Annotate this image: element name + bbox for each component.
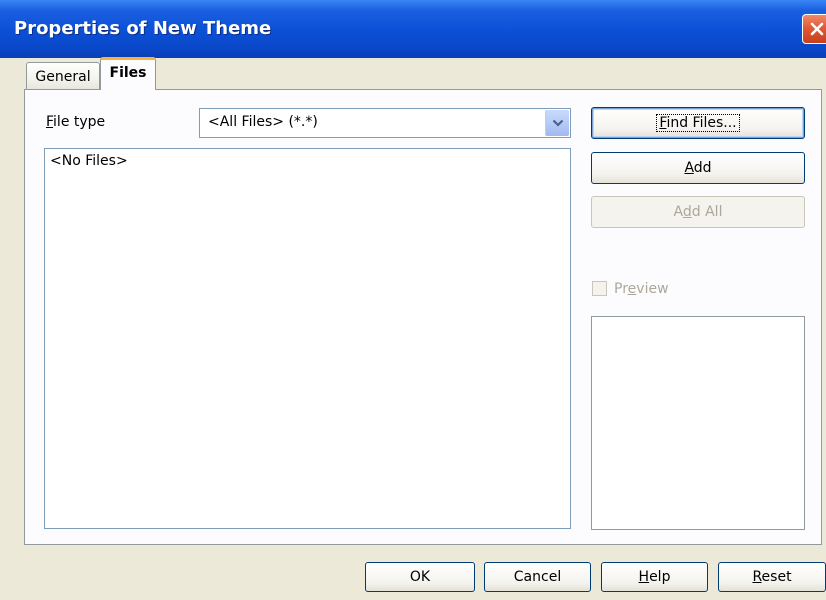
tab-general[interactable]: General bbox=[26, 62, 100, 90]
file-list-empty-text: <No Files> bbox=[50, 153, 128, 169]
reset-label: eset bbox=[761, 569, 792, 585]
tab-general-label: General bbox=[35, 69, 91, 85]
ok-label: OK bbox=[409, 569, 431, 585]
find-files-label: ind Files... bbox=[666, 115, 737, 131]
tab-files-label: Files bbox=[109, 65, 147, 81]
add-mnemonic: A bbox=[684, 160, 694, 176]
find-files-focus: Find Files... bbox=[656, 114, 740, 132]
window-title: Properties of New Theme bbox=[14, 18, 272, 39]
file-type-dropdown[interactable]: <All Files> (*.*) bbox=[199, 108, 571, 138]
preview-mnemonic: e bbox=[627, 281, 637, 297]
tab-files[interactable]: Files bbox=[100, 57, 156, 90]
add-button[interactable]: Add bbox=[591, 152, 805, 184]
cancel-button[interactable]: Cancel bbox=[484, 562, 591, 592]
file-type-mnemonic: F bbox=[46, 114, 54, 130]
cancel-label: Cancel bbox=[513, 569, 562, 585]
preview-label-rest: view bbox=[636, 281, 669, 297]
close-button[interactable] bbox=[802, 14, 826, 44]
ok-button[interactable]: OK bbox=[365, 562, 475, 592]
file-type-dropdown-button[interactable] bbox=[545, 110, 569, 136]
chevron-down-icon bbox=[552, 119, 564, 127]
preview-pane bbox=[591, 316, 805, 530]
file-type-value: <All Files> (*.*) bbox=[208, 114, 318, 130]
preview-label-pre: Pr bbox=[614, 281, 628, 297]
file-type-label: File type bbox=[46, 114, 105, 130]
close-icon bbox=[810, 22, 824, 36]
title-bar[interactable]: Properties of New Theme bbox=[0, 0, 826, 58]
add-all-button[interactable]: Add All bbox=[591, 196, 805, 228]
help-mnemonic: H bbox=[638, 569, 650, 585]
file-list[interactable]: <No Files> bbox=[44, 148, 571, 529]
add-all-label: d All bbox=[691, 204, 723, 220]
help-label: elp bbox=[649, 569, 671, 585]
preview-label: Preview bbox=[614, 281, 669, 297]
help-button[interactable]: Help bbox=[601, 562, 708, 592]
dialog-window: Properties of New Theme General Files Fi… bbox=[0, 0, 826, 600]
add-all-label-pre: A bbox=[673, 204, 683, 220]
find-files-button[interactable]: Find Files... bbox=[591, 107, 805, 139]
reset-mnemonic: R bbox=[752, 569, 762, 585]
preview-checkbox[interactable] bbox=[592, 281, 607, 296]
reset-button[interactable]: Reset bbox=[718, 562, 826, 592]
add-label: dd bbox=[693, 160, 712, 176]
add-all-mnemonic: d bbox=[682, 204, 692, 220]
file-type-label-text: ile type bbox=[53, 114, 106, 130]
